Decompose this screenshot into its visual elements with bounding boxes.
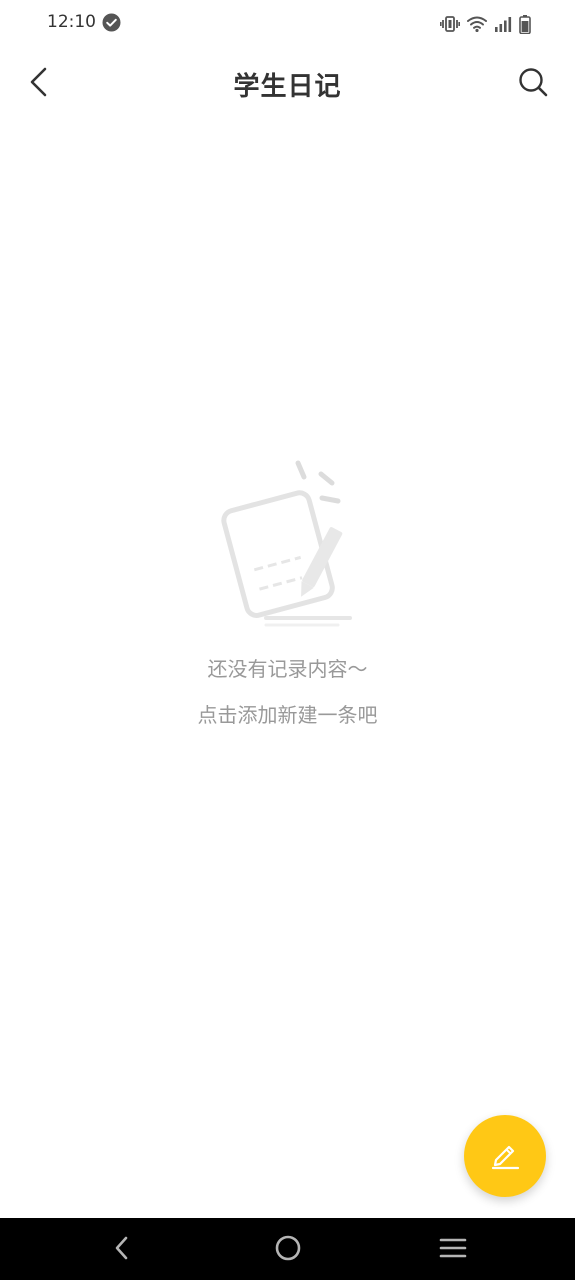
edit-pencil-icon: [488, 1137, 522, 1175]
status-bar: 12:10: [0, 0, 575, 48]
nav-back-icon: [112, 1235, 132, 1265]
app-bar: 学生日记: [0, 48, 575, 120]
empty-hint: 点击添加新建一条吧: [197, 703, 378, 727]
search-button[interactable]: [513, 62, 553, 106]
search-icon: [518, 67, 548, 101]
signal-icon: [494, 16, 512, 32]
wifi-icon: [467, 16, 487, 32]
battery-icon: [519, 14, 531, 34]
notebook-pencil-icon: [218, 455, 358, 630]
nav-recents-button[interactable]: [433, 1230, 473, 1270]
new-entry-button[interactable]: [464, 1115, 546, 1197]
nav-home-icon: [274, 1234, 302, 1266]
nav-back-button[interactable]: [102, 1230, 142, 1270]
system-nav-bar: [0, 1218, 575, 1280]
check-circle-icon: [102, 13, 121, 32]
status-time: 12:10: [47, 12, 96, 32]
nav-recents-icon: [439, 1236, 467, 1264]
page-title: 学生日记: [233, 72, 342, 102]
empty-message: 还没有记录内容～: [207, 657, 368, 681]
vibrate-icon: [440, 16, 460, 32]
nav-home-button[interactable]: [268, 1230, 308, 1270]
